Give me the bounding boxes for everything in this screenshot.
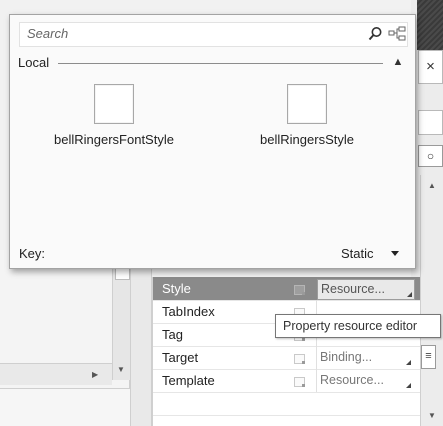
scroll-down-icon[interactable]: ▼: [117, 365, 125, 374]
scroll-grip-icon[interactable]: ≡: [421, 345, 436, 369]
property-row-partial[interactable]: [153, 392, 421, 416]
advanced-options-marker[interactable]: [294, 377, 305, 387]
advanced-options-marker[interactable]: [294, 285, 305, 295]
left-horizontal-scrollbar[interactable]: ▶: [0, 363, 112, 385]
property-value: Resource...: [320, 373, 384, 387]
property-value-field[interactable]: Resource...: [317, 371, 413, 390]
search-icon[interactable]: [367, 26, 383, 42]
scope-dropdown[interactable]: Static: [341, 246, 399, 261]
resource-picker-popup: Local ▲ bellRingersFontStyle bellRingers…: [9, 14, 416, 269]
property-value: Binding...: [320, 350, 373, 364]
panel-separator: [130, 250, 152, 426]
scroll-down-icon[interactable]: ▼: [428, 411, 436, 420]
property-row-style[interactable]: Style Resource...: [153, 277, 421, 301]
title-bar-pattern: [417, 0, 443, 50]
left-vertical-scrollbar[interactable]: ▼: [112, 262, 130, 380]
value-editor-corner-icon: [406, 360, 411, 365]
key-label: Key:: [19, 246, 46, 261]
property-name: Target: [162, 350, 199, 365]
left-bottom-area: [0, 388, 130, 426]
advanced-options-marker[interactable]: [294, 354, 305, 364]
property-name: Tag: [162, 327, 183, 342]
property-grid-scrollbar[interactable]: ▲ ≡ ▼: [420, 175, 443, 426]
property-name: TabIndex: [162, 304, 215, 319]
property-value-field[interactable]: Resource...: [317, 279, 415, 300]
property-grid: Style Resource... TabIndex Tag Target Bi…: [152, 277, 421, 426]
property-row-target[interactable]: Target Binding...: [153, 346, 421, 370]
resource-label: bellRingersFontStyle: [54, 132, 174, 147]
collapse-chevron-up-icon[interactable]: ▲: [391, 55, 405, 69]
resource-item-bellringersfontstyle[interactable]: bellRingersFontStyle: [39, 84, 189, 147]
value-editor-corner-icon: [407, 292, 412, 297]
scroll-up-icon[interactable]: ▲: [428, 181, 436, 190]
search-input[interactable]: [20, 23, 347, 44]
side-input-box[interactable]: [418, 110, 443, 135]
property-name: Style: [162, 281, 191, 296]
resource-label: bellRingersStyle: [260, 132, 354, 147]
scope-dropdown-value: Static: [341, 246, 374, 261]
scroll-right-icon[interactable]: ▶: [92, 370, 98, 379]
scroll-thumb[interactable]: [115, 268, 130, 280]
resource-item-bellringersstyle[interactable]: bellRingersStyle: [232, 84, 382, 147]
tooltip: Property resource editor: [275, 314, 441, 338]
tree-view-icon[interactable]: [388, 26, 406, 42]
side-toggle-button[interactable]: ○: [418, 145, 443, 167]
search-box[interactable]: [19, 22, 408, 47]
section-header-local: Local: [18, 55, 50, 70]
section-divider: [58, 63, 383, 64]
chevron-down-icon: [391, 251, 399, 256]
close-panel-button[interactable]: ×: [418, 50, 443, 84]
property-name: Template: [162, 373, 215, 388]
property-value: Resource...: [321, 282, 385, 296]
value-editor-corner-icon: [406, 383, 411, 388]
resource-swatch: [94, 84, 134, 124]
property-row-template[interactable]: Template Resource...: [153, 369, 421, 393]
property-value-field[interactable]: Binding...: [317, 348, 413, 367]
resource-swatch: [287, 84, 327, 124]
